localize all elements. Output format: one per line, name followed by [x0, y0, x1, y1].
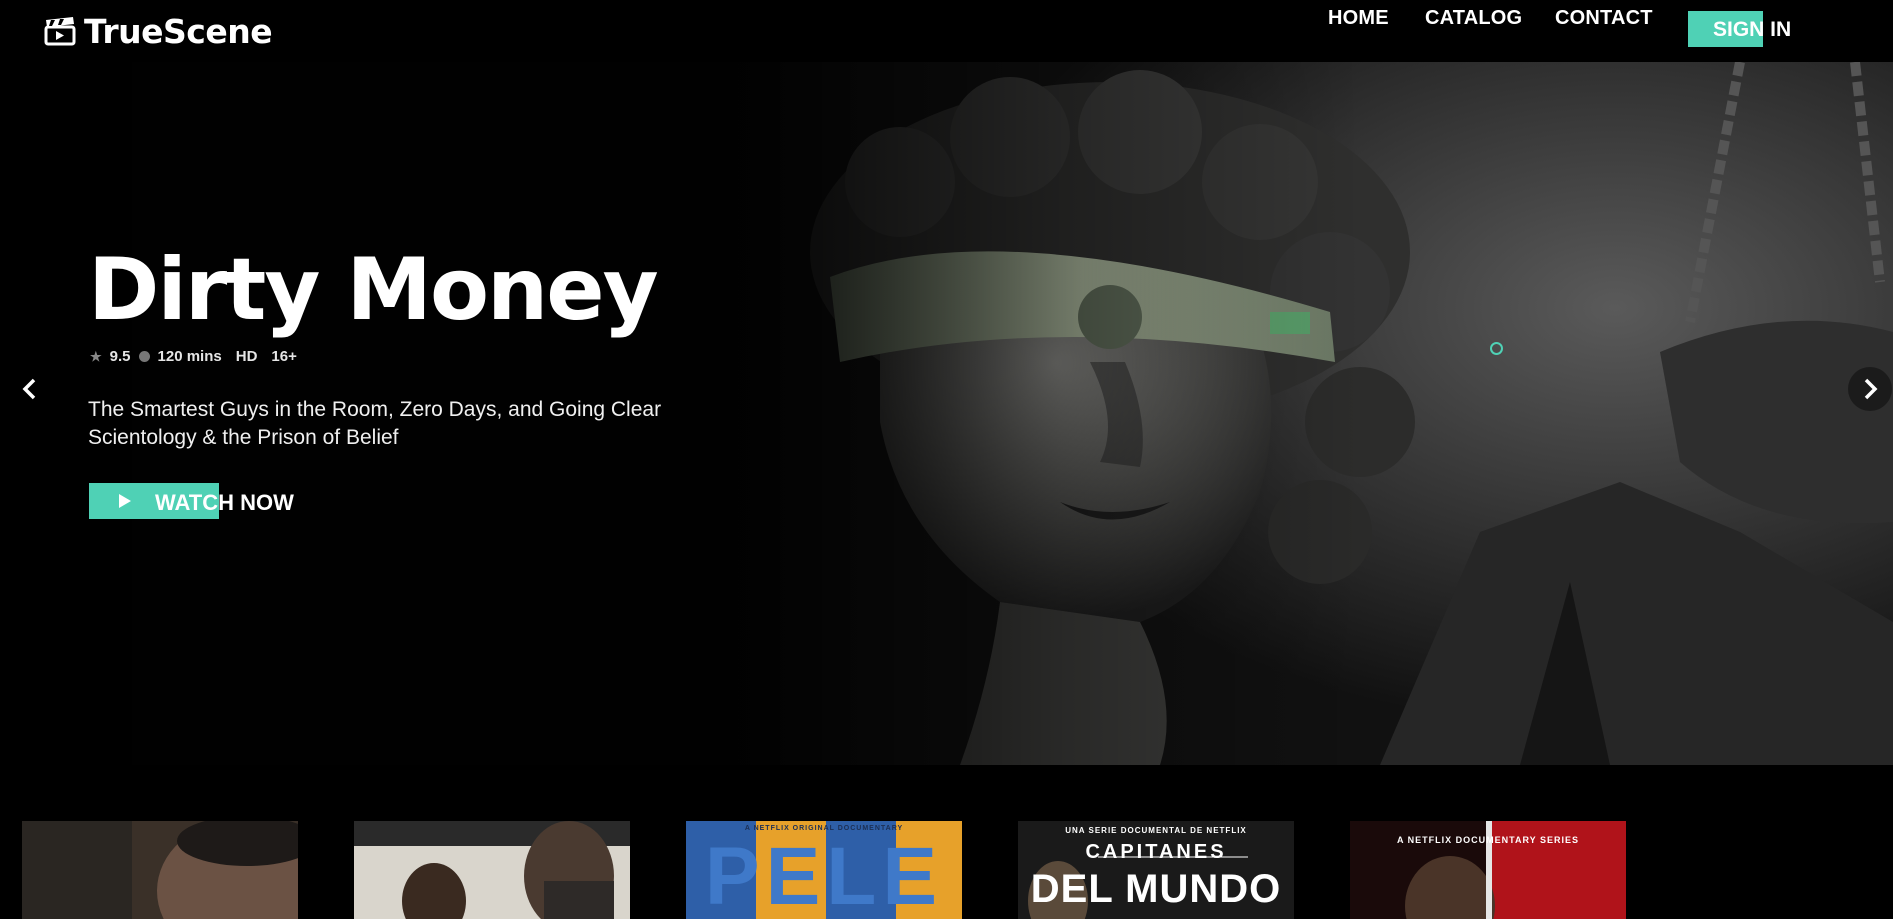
clapperboard-icon — [44, 16, 76, 45]
prev-slide-button[interactable] — [8, 367, 52, 411]
hero-meta: ★ 9.5 120 mins HD 16+ — [90, 348, 297, 365]
watch-now-label: WATCH NOW — [155, 490, 294, 515]
clock-icon — [138, 351, 150, 362]
brand-name: TrueScene — [84, 12, 273, 51]
top-navigation-bar: TrueScene HOME CATALOG CONTACT SIGN IN — [0, 0, 1893, 62]
chevron-left-icon — [22, 378, 36, 400]
nav-home[interactable]: HOME — [1328, 7, 1389, 30]
catalog-card[interactable]: A NETFLIX ORIGINAL DOCUMENTARY PELE — [686, 821, 962, 919]
nav-catalog[interactable]: CATALOG — [1425, 7, 1522, 30]
next-slide-button[interactable] — [1848, 367, 1892, 411]
sign-in-button[interactable]: SIGN IN — [1688, 11, 1812, 47]
watch-now-button[interactable]: WATCH NOW — [89, 483, 339, 519]
play-icon — [119, 494, 131, 508]
chevron-right-icon — [1864, 378, 1878, 400]
catalog-card[interactable] — [22, 821, 298, 919]
nav-contact[interactable]: CONTACT — [1555, 7, 1653, 30]
hero-banner: Dirty Money ★ 9.5 120 mins HD 16+ The Sm… — [0, 62, 1893, 765]
card-tag: A NETFLIX DOCUMENTARY SERIES — [1396, 835, 1579, 845]
brand-logo[interactable]: TrueScene — [44, 12, 273, 51]
hero-title: Dirty Money — [88, 240, 659, 340]
catalog-card[interactable]: UNA SERIE DOCUMENTAL DE NETFLIX CAPITANE… — [1018, 821, 1294, 919]
star-icon: ★ — [90, 348, 102, 364]
catalog-card[interactable]: A NETFLIX DOCUMENTARY SERIES — [1350, 821, 1626, 919]
card-title-line2: DEL MUNDO — [1030, 867, 1282, 911]
catalog-row: A NETFLIX ORIGINAL DOCUMENTARY PELE UNA … — [0, 765, 1893, 919]
card-thumbnail — [354, 821, 630, 919]
duration: 120 mins — [157, 348, 222, 365]
age-rating: 16+ — [271, 348, 297, 365]
card-title: PELE — [704, 831, 944, 919]
card-thumbnail — [22, 821, 298, 919]
rating: 9.5 — [109, 348, 131, 365]
hero-description: The Smartest Guys in the Room, Zero Days… — [88, 398, 662, 449]
sign-in-label: SIGN IN — [1713, 18, 1792, 41]
card-title-line1: CAPITANES — [1085, 841, 1227, 863]
mouse-cursor-indicator — [1490, 342, 1503, 355]
quality-badge: HD — [235, 348, 258, 365]
card-tag: UNA SERIE DOCUMENTAL DE NETFLIX — [1065, 826, 1247, 835]
catalog-card[interactable] — [354, 821, 630, 919]
